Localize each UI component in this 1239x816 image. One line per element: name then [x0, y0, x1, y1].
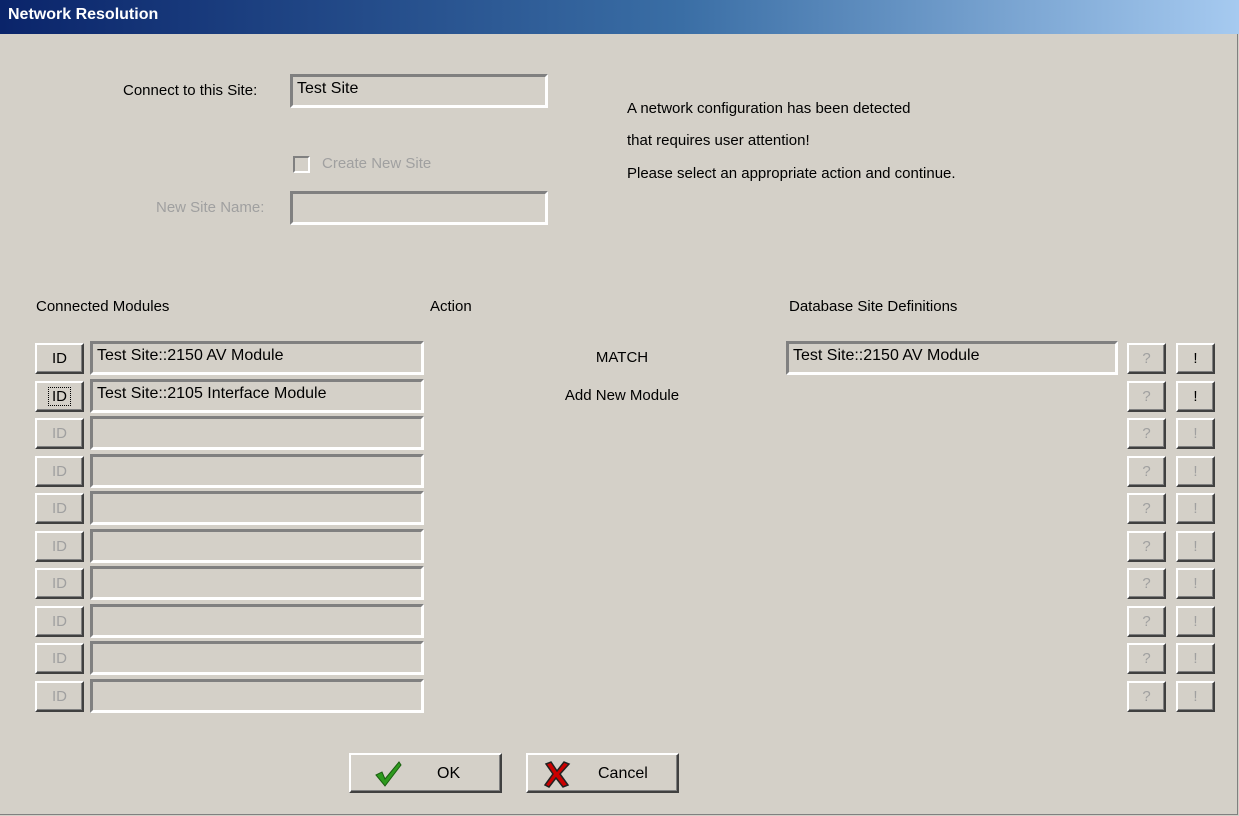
red-x-icon — [543, 761, 571, 788]
message-line-2: that requires user attention! — [627, 132, 810, 149]
create-new-site-label: Create New Site — [322, 155, 432, 172]
id-button[interactable]: ID — [35, 568, 84, 599]
connected-module-field[interactable] — [90, 679, 424, 713]
connected-module-field[interactable]: Test Site::2150 AV Module — [90, 341, 424, 375]
id-button-label: ID — [52, 463, 67, 480]
id-button[interactable]: ID — [35, 643, 84, 674]
apply-button[interactable]: ! — [1176, 343, 1215, 374]
create-new-site-checkbox[interactable] — [293, 156, 310, 173]
connected-module-field[interactable] — [90, 416, 424, 450]
action-header: Action — [430, 298, 472, 315]
query-button[interactable]: ? — [1127, 681, 1166, 712]
query-button[interactable]: ? — [1127, 343, 1166, 374]
cancel-label: Cancel — [598, 765, 648, 782]
query-button[interactable]: ? — [1127, 418, 1166, 449]
id-button-label: ID — [52, 425, 67, 442]
query-button[interactable]: ? — [1127, 493, 1166, 524]
new-site-name-label: New Site Name: — [156, 199, 265, 216]
apply-button[interactable]: ! — [1176, 418, 1215, 449]
connect-site-label: Connect to this Site: — [123, 82, 258, 99]
connected-module-field[interactable] — [90, 529, 424, 563]
connected-module-field[interactable]: Test Site::2105 Interface Module — [90, 379, 424, 413]
connected-module-field[interactable] — [90, 566, 424, 600]
action-text: Add New Module — [564, 387, 680, 404]
id-button-label: ID — [52, 538, 67, 555]
id-button-label: ID — [48, 387, 71, 406]
ok-label: OK — [437, 765, 461, 782]
query-button[interactable]: ? — [1127, 531, 1166, 562]
database-site-definitions-header: Database Site Definitions — [789, 298, 958, 315]
message-line-3: Please select an appropriate action and … — [627, 165, 956, 182]
apply-button[interactable]: ! — [1176, 681, 1215, 712]
id-button[interactable]: ID — [35, 531, 84, 562]
id-button-label: ID — [52, 350, 67, 367]
apply-button[interactable]: ! — [1176, 456, 1215, 487]
cancel-button[interactable]: Cancel — [526, 753, 679, 793]
id-button[interactable]: ID — [35, 493, 84, 524]
connected-module-field[interactable] — [90, 641, 424, 675]
query-button[interactable]: ? — [1127, 456, 1166, 487]
query-button[interactable]: ? — [1127, 381, 1166, 412]
id-button-label: ID — [52, 500, 67, 517]
apply-button[interactable]: ! — [1176, 643, 1215, 674]
connect-site-field[interactable]: Test Site — [290, 74, 548, 108]
connected-module-field[interactable] — [90, 604, 424, 638]
id-button-label: ID — [52, 613, 67, 630]
query-button[interactable]: ? — [1127, 606, 1166, 637]
connected-module-field[interactable] — [90, 454, 424, 488]
id-button[interactable]: ID — [35, 418, 84, 449]
apply-button[interactable]: ! — [1176, 493, 1215, 524]
id-button[interactable]: ID — [35, 681, 84, 712]
database-definition-field[interactable]: Test Site::2150 AV Module — [786, 341, 1118, 375]
id-button-label: ID — [52, 688, 67, 705]
id-button[interactable]: ID — [35, 456, 84, 487]
id-button-label: ID — [52, 575, 67, 592]
query-button[interactable]: ? — [1127, 643, 1166, 674]
apply-button[interactable]: ! — [1176, 531, 1215, 562]
apply-button[interactable]: ! — [1176, 568, 1215, 599]
id-button[interactable]: ID — [35, 381, 84, 412]
checkmark-icon — [375, 761, 402, 787]
ok-button[interactable]: OK — [349, 753, 502, 793]
connected-module-field[interactable] — [90, 491, 424, 525]
id-button[interactable]: ID — [35, 343, 84, 374]
query-button[interactable]: ? — [1127, 568, 1166, 599]
apply-button[interactable]: ! — [1176, 381, 1215, 412]
id-button[interactable]: ID — [35, 606, 84, 637]
connected-modules-header: Connected Modules — [36, 298, 170, 315]
apply-button[interactable]: ! — [1176, 606, 1215, 637]
id-button-label: ID — [52, 650, 67, 667]
window-title: Network Resolution — [8, 6, 159, 23]
network-resolution-dialog: Network Resolution Connect to this Site:… — [0, 0, 1239, 815]
title-bar: Network Resolution — [0, 0, 1239, 34]
action-text: MATCH — [595, 349, 649, 366]
message-line-1: A network configuration has been detecte… — [627, 100, 911, 117]
new-site-name-field[interactable] — [290, 191, 548, 225]
